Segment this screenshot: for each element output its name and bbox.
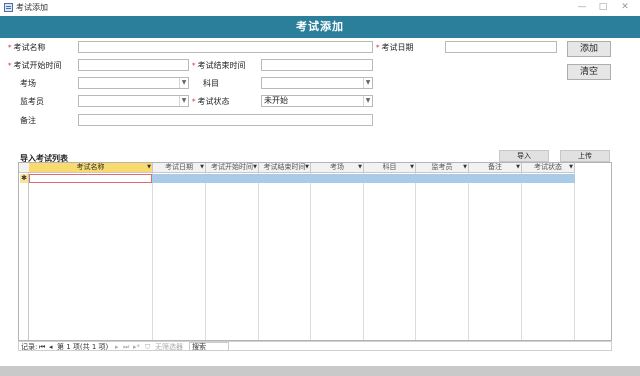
dropdown-arrow-icon: ▼ bbox=[305, 164, 309, 170]
room-combo[interactable]: ▼ bbox=[78, 77, 189, 89]
dropdown-arrow-icon: ▼ bbox=[516, 164, 520, 170]
dropdown-arrow-icon: ▼ bbox=[358, 164, 362, 170]
subject-label: 科目 bbox=[203, 79, 219, 88]
status-bar bbox=[0, 366, 640, 376]
column-header-subject[interactable]: 科目 ▼ bbox=[364, 163, 416, 173]
import-button[interactable]: 导入 bbox=[499, 150, 549, 162]
exam-name-field[interactable] bbox=[78, 41, 373, 53]
close-button[interactable]: ✕ bbox=[618, 2, 632, 13]
row-selector-column[interactable] bbox=[19, 163, 29, 340]
status-combo[interactable]: 未开始 ▼ bbox=[261, 95, 373, 107]
subject-combo[interactable]: ▼ bbox=[261, 77, 373, 89]
column-header-start-time[interactable]: 考试开始时间 ▼ bbox=[206, 163, 259, 173]
proctor-label: 监考员 bbox=[20, 97, 44, 106]
status-label: * 考试状态 bbox=[192, 97, 230, 106]
add-button[interactable]: 添加 bbox=[567, 41, 611, 57]
form-icon bbox=[4, 3, 13, 12]
chevron-down-icon[interactable]: ▼ bbox=[363, 78, 372, 88]
new-record-exam-name-cell[interactable] bbox=[29, 174, 152, 183]
column-divider bbox=[574, 173, 575, 340]
record-label: 记录: bbox=[21, 343, 38, 351]
clear-button[interactable]: 清空 bbox=[567, 64, 611, 80]
column-divider bbox=[363, 173, 364, 340]
column-divider bbox=[205, 173, 206, 340]
start-time-field[interactable] bbox=[78, 59, 189, 71]
exam-date-field[interactable] bbox=[445, 41, 557, 53]
minimize-button[interactable]: — bbox=[575, 2, 589, 13]
status-value: 未开始 bbox=[264, 96, 288, 105]
title-bar: 考试添加 — □ ✕ bbox=[0, 0, 640, 15]
column-header-status[interactable]: 考试状态 ▼ bbox=[522, 163, 575, 173]
proctor-combo[interactable]: ▼ bbox=[78, 95, 189, 107]
column-header-exam-name[interactable]: 考试名称 ▼ bbox=[29, 163, 153, 173]
form-header: 考试添加 bbox=[0, 16, 640, 38]
remark-label: 备注 bbox=[20, 116, 36, 125]
end-time-field[interactable] bbox=[261, 59, 373, 71]
column-divider bbox=[415, 173, 416, 340]
new-record-icon: ✱ bbox=[20, 174, 28, 183]
column-header-end-time[interactable]: 考试结束时间 ▼ bbox=[259, 163, 311, 173]
column-header-proctor[interactable]: 监考员 ▼ bbox=[416, 163, 469, 173]
window-title: 考试添加 bbox=[16, 3, 48, 12]
no-filter-indicator[interactable]: 无筛选器 bbox=[155, 342, 183, 352]
form-header-title: 考试添加 bbox=[296, 20, 344, 33]
chevron-down-icon[interactable]: ▼ bbox=[363, 96, 372, 106]
room-label: 考场 bbox=[20, 79, 36, 88]
dropdown-arrow-icon: ▼ bbox=[253, 164, 257, 170]
dropdown-arrow-icon: ▼ bbox=[463, 164, 467, 170]
import-datasheet[interactable]: 考试名称 ▼ 考试日期 ▼ 考试开始时间 ▼ 考试结束时间 ▼ 考场 ▼ 科目 ▼ 监考员 ▼… bbox=[18, 162, 612, 341]
column-divider bbox=[258, 173, 259, 340]
dropdown-arrow-icon: ▼ bbox=[569, 164, 573, 170]
access-form-window: 考试添加 — □ ✕ 考试添加 * 考试名称 * 考试日期 添加 * 考试开始时间 *… bbox=[0, 0, 640, 376]
last-record-button[interactable]: ⏭ bbox=[123, 342, 129, 352]
new-record-button[interactable]: ▸* bbox=[133, 342, 140, 352]
start-time-label: * 考试开始时间 bbox=[8, 61, 62, 70]
chevron-down-icon[interactable]: ▼ bbox=[179, 78, 188, 88]
search-box[interactable]: 搜索 bbox=[189, 342, 229, 351]
column-header-room[interactable]: 考场 ▼ bbox=[311, 163, 364, 173]
column-divider bbox=[521, 173, 522, 340]
record-position-field[interactable]: 第 1 项(共 1 项) bbox=[57, 342, 108, 352]
dropdown-arrow-icon: ▼ bbox=[147, 164, 151, 170]
exam-date-label: * 考试日期 bbox=[376, 43, 414, 52]
chevron-down-icon[interactable]: ▼ bbox=[179, 96, 188, 106]
column-header-exam-date[interactable]: 考试日期 ▼ bbox=[153, 163, 206, 173]
dropdown-arrow-icon: ▼ bbox=[410, 164, 414, 170]
maximize-button[interactable]: □ bbox=[596, 2, 610, 13]
end-time-label: * 考试结束时间 bbox=[192, 61, 246, 70]
remark-field[interactable] bbox=[78, 114, 373, 126]
upload-button[interactable]: 上传 bbox=[560, 150, 610, 162]
exam-name-label: * 考试名称 bbox=[8, 43, 46, 52]
select-all-corner[interactable] bbox=[19, 163, 29, 173]
column-divider bbox=[310, 173, 311, 340]
column-header-remark[interactable]: 备注 ▼ bbox=[469, 163, 522, 173]
next-record-button[interactable]: ▸ bbox=[115, 342, 119, 352]
column-divider bbox=[152, 173, 153, 340]
first-record-button[interactable]: ⏮ bbox=[39, 342, 45, 352]
column-divider bbox=[468, 173, 469, 340]
record-navigation-bar: 记录: ⏮ ◂ 第 1 项(共 1 项) ▸ ⏭ ▸* ⛉ 无筛选器 搜索 bbox=[18, 341, 612, 351]
required-mark: * bbox=[8, 44, 12, 52]
dropdown-arrow-icon: ▼ bbox=[200, 164, 204, 170]
filter-icon[interactable]: ⛉ bbox=[145, 342, 150, 352]
previous-record-button[interactable]: ◂ bbox=[49, 342, 53, 352]
